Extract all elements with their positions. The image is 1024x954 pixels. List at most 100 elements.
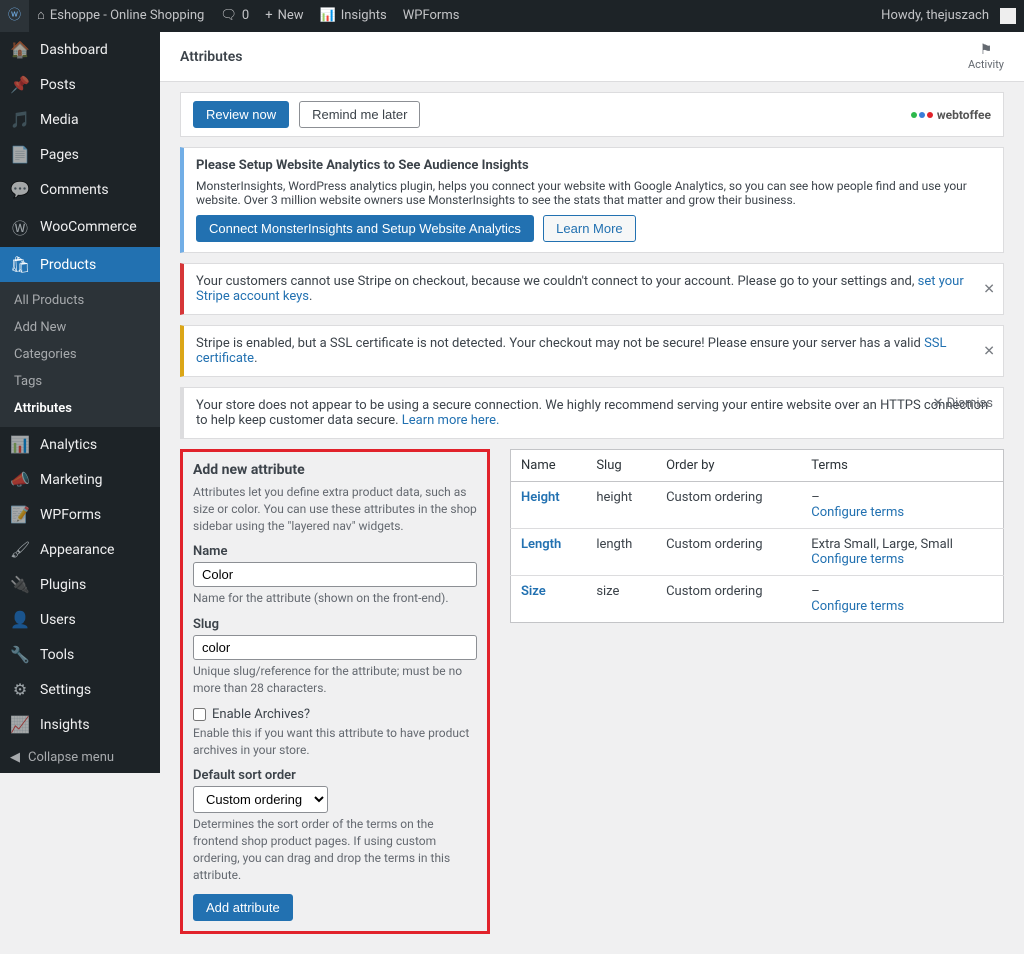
slug-input[interactable]: [193, 635, 477, 660]
submenu-categories[interactable]: Categories: [0, 341, 160, 368]
insights-link[interactable]: 📊Insights: [312, 0, 395, 32]
stripe-keys-notice: Your customers cannot use Stripe on chec…: [180, 263, 1004, 315]
menu-dashboard[interactable]: 🏠Dashboard: [0, 32, 160, 67]
wrench-icon: 🔧: [10, 645, 30, 664]
menu-comments[interactable]: 💬Comments: [0, 172, 160, 207]
comments-link[interactable]: 🗨0: [212, 0, 257, 32]
woo-icon: Ⓦ: [10, 215, 30, 239]
slug-help: Unique slug/reference for the attribute;…: [193, 663, 477, 697]
settings-icon: ⚙: [10, 680, 30, 699]
add-attribute-button[interactable]: Add attribute: [193, 894, 293, 921]
plug-icon: 🔌: [10, 575, 30, 594]
menu-posts[interactable]: 📌Posts: [0, 67, 160, 102]
attribute-name-link[interactable]: Height: [521, 490, 560, 505]
attribute-name-link[interactable]: Length: [521, 537, 561, 552]
name-input[interactable]: [193, 562, 477, 587]
user-icon: 👤: [10, 610, 30, 629]
attribute-name-link[interactable]: Size: [521, 584, 546, 599]
dismiss-button[interactable]: ✕: [983, 281, 995, 298]
menu-media[interactable]: 🎵Media: [0, 102, 160, 137]
menu-plugins[interactable]: 🔌Plugins: [0, 567, 160, 602]
form-icon: 📝: [10, 505, 30, 524]
media-icon: 🎵: [10, 110, 30, 129]
page-icon: 📄: [10, 145, 30, 164]
dashboard-icon: 🏠: [10, 40, 30, 59]
admin-menu: 🏠Dashboard 📌Posts 🎵Media 📄Pages 💬Comment…: [0, 32, 160, 773]
sort-order-select[interactable]: Custom ordering: [193, 786, 328, 813]
add-attribute-form: Add new attribute Attributes let you def…: [180, 449, 490, 934]
submenu-add-new[interactable]: Add New: [0, 314, 160, 341]
menu-pages[interactable]: 📄Pages: [0, 137, 160, 172]
configure-terms-link[interactable]: Configure terms: [811, 552, 993, 567]
avatar: [1000, 8, 1016, 24]
menu-analytics[interactable]: 📊Analytics: [0, 427, 160, 462]
form-intro: Attributes let you define extra product …: [193, 484, 477, 534]
form-heading: Add new attribute: [193, 462, 477, 478]
webtoffee-brand: webtoffee: [911, 108, 991, 122]
chart-icon: 📊: [320, 0, 336, 32]
insights-title: Please Setup Website Analytics to See Au…: [196, 158, 991, 173]
site-name-link[interactable]: ⌂Eshoppe - Online Shopping: [29, 0, 212, 32]
learn-more-button[interactable]: Learn More: [543, 215, 635, 242]
secure-connection-notice: Your store does not appear to be using a…: [180, 387, 1004, 439]
submenu-all-products[interactable]: All Products: [0, 287, 160, 314]
archives-help: Enable this if you want this attribute t…: [193, 725, 477, 759]
menu-marketing[interactable]: 📣Marketing: [0, 462, 160, 497]
menu-woocommerce[interactable]: ⓌWooCommerce: [0, 207, 160, 247]
account-menu[interactable]: Howdy, thejuszach: [873, 0, 1024, 32]
dismiss-link[interactable]: ✕ Dismiss: [932, 396, 993, 411]
th-slug: Slug: [586, 450, 656, 482]
menu-tools[interactable]: 🔧Tools: [0, 637, 160, 672]
comment-icon: 💬: [10, 180, 30, 199]
plus-icon: +: [265, 0, 272, 32]
table-row: Length length Custom ordering Extra Smal…: [511, 529, 1004, 576]
name-label: Name: [193, 544, 477, 559]
submenu-tags[interactable]: Tags: [0, 368, 160, 395]
th-order: Order by: [656, 450, 801, 482]
page-title: Attributes: [180, 49, 242, 65]
remind-later-button[interactable]: Remind me later: [299, 101, 420, 128]
activity-button[interactable]: ⚑Activity: [968, 42, 1004, 71]
page-header: Attributes ⚑Activity: [160, 32, 1024, 82]
menu-insights[interactable]: 📈Insights: [0, 707, 160, 742]
name-help: Name for the attribute (shown on the fro…: [193, 590, 477, 607]
menu-settings[interactable]: ⚙Settings: [0, 672, 160, 707]
wp-logo[interactable]: ⓦ: [0, 0, 29, 32]
submenu-attributes[interactable]: Attributes: [0, 395, 160, 422]
menu-users[interactable]: 👤Users: [0, 602, 160, 637]
brush-icon: 🖌: [10, 540, 30, 559]
th-name: Name: [511, 450, 587, 482]
analytics-icon: 📊: [10, 435, 30, 454]
configure-terms-link[interactable]: Configure terms: [811, 505, 993, 520]
wpforms-link[interactable]: WPForms: [395, 0, 468, 32]
flag-icon: ⚑: [968, 42, 1004, 58]
attributes-table: Name Slug Order by Terms Height height C…: [510, 449, 1004, 623]
archives-label: Enable Archives?: [212, 707, 310, 722]
connect-monsterinsights-button[interactable]: Connect MonsterInsights and Setup Websit…: [196, 215, 534, 242]
megaphone-icon: 📣: [10, 470, 30, 489]
monsterinsights-notice: Please Setup Website Analytics to See Au…: [180, 147, 1004, 253]
slug-label: Slug: [193, 617, 477, 632]
new-content-link[interactable]: +New: [257, 0, 311, 32]
wordpress-icon: ⓦ: [8, 0, 21, 32]
order-help: Determines the sort order of the terms o…: [193, 816, 477, 883]
th-terms: Terms: [801, 450, 1003, 482]
order-label: Default sort order: [193, 768, 477, 783]
menu-wpforms[interactable]: 📝WPForms: [0, 497, 160, 532]
admin-bar: ⓦ ⌂Eshoppe - Online Shopping 🗨0 +New 📊In…: [0, 0, 1024, 32]
table-row: Height height Custom ordering –Configure…: [511, 482, 1004, 529]
menu-products[interactable]: 🛍Products: [0, 247, 160, 282]
menu-appearance[interactable]: 🖌Appearance: [0, 532, 160, 567]
pin-icon: 📌: [10, 75, 30, 94]
dismiss-button[interactable]: ✕: [983, 343, 995, 360]
home-icon: ⌂: [37, 0, 45, 32]
ssl-notice: Stripe is enabled, but a SSL certificate…: [180, 325, 1004, 377]
secure-learn-more-link[interactable]: Learn more here.: [402, 413, 500, 428]
configure-terms-link[interactable]: Configure terms: [811, 599, 993, 614]
review-now-button[interactable]: Review now: [193, 101, 289, 128]
insights-body: MonsterInsights, WordPress analytics plu…: [196, 179, 991, 207]
insights-icon: 📈: [10, 715, 30, 734]
review-notice: Review now Remind me later webtoffee: [180, 92, 1004, 137]
collapse-menu[interactable]: ◀Collapse menu: [0, 742, 160, 773]
enable-archives-checkbox[interactable]: [193, 708, 206, 721]
